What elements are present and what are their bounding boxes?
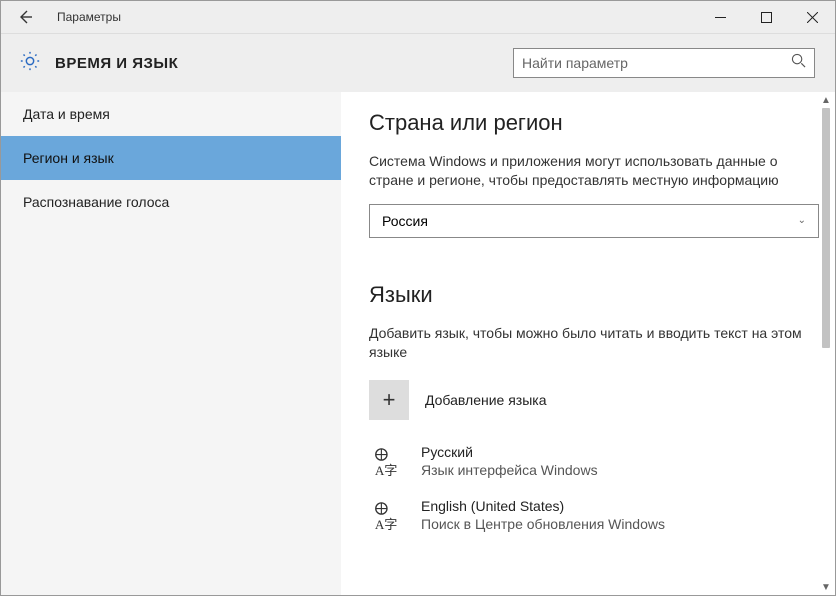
minimize-icon	[715, 12, 726, 23]
region-description: Система Windows и приложения могут испол…	[369, 152, 807, 190]
scroll-track[interactable]	[819, 108, 833, 579]
titlebar: Параметры	[1, 1, 835, 34]
region-heading: Страна или регион	[369, 110, 807, 136]
close-icon	[807, 12, 818, 23]
add-language-label: Добавление языка	[425, 392, 547, 408]
chevron-down-icon: ⌄	[798, 215, 806, 226]
add-language-button[interactable]: + Добавление языка	[369, 380, 807, 420]
back-arrow-icon	[17, 9, 33, 25]
header-left: ВРЕМЯ И ЯЗЫК	[19, 50, 178, 77]
sidebar-item-date-time[interactable]: Дата и время	[1, 92, 341, 136]
scroll-up-arrow-icon[interactable]: ▲	[819, 92, 833, 108]
svg-text:A字: A字	[375, 463, 398, 477]
scroll-thumb[interactable]	[822, 108, 830, 348]
sidebar-item-label: Регион и язык	[23, 150, 114, 166]
country-dropdown[interactable]: Россия ⌄	[369, 204, 819, 238]
sidebar-item-region-language[interactable]: Регион и язык	[1, 136, 341, 180]
language-name: Русский	[421, 444, 598, 460]
settings-window: Параметры ВРЕМЯ И ЯЗЫК	[0, 0, 836, 596]
page-title: ВРЕМЯ И ЯЗЫК	[55, 55, 178, 72]
languages-description: Добавить язык, чтобы можно было читать и…	[369, 324, 807, 362]
language-subtitle: Поиск в Центре обновления Windows	[421, 516, 665, 532]
header: ВРЕМЯ И ЯЗЫК	[1, 34, 835, 92]
language-name: English (United States)	[421, 498, 665, 514]
language-icon: A字	[369, 444, 405, 480]
sidebar-item-label: Дата и время	[23, 106, 110, 122]
languages-heading: Языки	[369, 282, 807, 308]
language-text: English (United States) Поиск в Центре о…	[421, 498, 665, 532]
window-controls	[697, 1, 835, 33]
search-box[interactable]	[513, 48, 815, 78]
plus-icon: +	[369, 380, 409, 420]
close-button[interactable]	[789, 1, 835, 33]
language-item[interactable]: A字 English (United States) Поиск в Центр…	[369, 498, 807, 534]
language-item[interactable]: A字 Русский Язык интерфейса Windows	[369, 444, 807, 480]
country-selected: Россия	[382, 213, 428, 229]
svg-text:A字: A字	[375, 517, 398, 531]
gear-icon	[19, 50, 41, 77]
sidebar-item-label: Распознавание голоса	[23, 194, 169, 210]
maximize-button[interactable]	[743, 1, 789, 33]
scroll-down-arrow-icon[interactable]: ▼	[819, 579, 833, 595]
search-icon	[791, 53, 806, 73]
language-text: Русский Язык интерфейса Windows	[421, 444, 598, 478]
content-panel: Страна или регион Система Windows и прил…	[341, 92, 835, 595]
window-title: Параметры	[57, 10, 121, 24]
minimize-button[interactable]	[697, 1, 743, 33]
body: Дата и время Регион и язык Распознавание…	[1, 92, 835, 595]
back-button[interactable]	[1, 1, 49, 33]
maximize-icon	[761, 12, 772, 23]
language-icon: A字	[369, 498, 405, 534]
search-input[interactable]	[522, 55, 782, 71]
scrollbar[interactable]: ▲ ▼	[819, 92, 833, 595]
sidebar: Дата и время Регион и язык Распознавание…	[1, 92, 341, 595]
language-subtitle: Язык интерфейса Windows	[421, 462, 598, 478]
sidebar-item-speech[interactable]: Распознавание голоса	[1, 180, 341, 224]
